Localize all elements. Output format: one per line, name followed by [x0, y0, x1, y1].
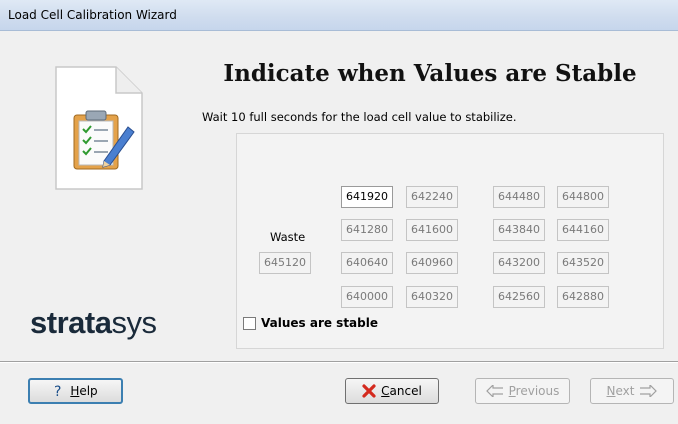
- value-field-r2c1[interactable]: 641280: [341, 219, 393, 241]
- checklist-document-icon: [54, 65, 144, 191]
- cancel-button[interactable]: Cancel: [345, 378, 439, 404]
- value-field-r2c2[interactable]: 641600: [406, 219, 458, 241]
- next-label: Next: [606, 384, 635, 398]
- value-field-r3c1[interactable]: 640640: [341, 252, 393, 274]
- wizard-window: Load Cell Calibration Wizard stratasys I…: [0, 0, 678, 424]
- svg-text:?: ?: [54, 384, 61, 398]
- value-field-r4c1[interactable]: 640000: [341, 286, 393, 308]
- page-heading: Indicate when Values are Stable: [223, 60, 637, 87]
- window-title: Load Cell Calibration Wizard: [8, 8, 177, 22]
- waste-value-field[interactable]: 645120: [259, 252, 311, 274]
- title-bar[interactable]: Load Cell Calibration Wizard: [0, 0, 678, 31]
- value-field-r2c4[interactable]: 644160: [557, 219, 609, 241]
- value-field-r1c1[interactable]: 641920: [341, 186, 393, 208]
- cancel-label: Cancel: [381, 384, 422, 398]
- previous-label: Previous: [508, 384, 560, 398]
- value-field-r1c2[interactable]: 642240: [406, 186, 458, 208]
- value-field-r1c4[interactable]: 644800: [557, 186, 609, 208]
- value-field-r4c4[interactable]: 642880: [557, 286, 609, 308]
- help-label: Help: [70, 384, 98, 398]
- next-button[interactable]: Next: [590, 378, 674, 404]
- checkbox-box[interactable]: [243, 316, 256, 330]
- arrow-right-icon: [639, 385, 658, 397]
- previous-button[interactable]: Previous: [475, 378, 570, 404]
- value-field-r2c3[interactable]: 643840: [493, 219, 545, 241]
- logo-bold-text: strata: [30, 305, 112, 340]
- arrow-left-icon: [485, 385, 504, 397]
- stratasys-logo: stratasys: [30, 305, 157, 341]
- value-field-r3c4[interactable]: 643520: [557, 252, 609, 274]
- help-button[interactable]: ? Help: [28, 378, 123, 404]
- value-field-r4c2[interactable]: 640320: [406, 286, 458, 308]
- value-field-r1c3[interactable]: 644480: [493, 186, 545, 208]
- red-x-icon: [362, 384, 376, 398]
- instruction-text: Wait 10 full seconds for the load cell v…: [202, 110, 517, 124]
- value-field-r3c2[interactable]: 640960: [406, 252, 458, 274]
- checkbox-label[interactable]: Values are stable: [261, 316, 378, 330]
- waste-label: Waste: [270, 230, 306, 244]
- logo-light-text: sys: [111, 305, 157, 340]
- button-separator: [0, 361, 678, 363]
- value-field-r4c3[interactable]: 642560: [493, 286, 545, 308]
- values-stable-checkbox[interactable]: Values are stable: [243, 316, 378, 330]
- value-field-r3c3[interactable]: 643200: [493, 252, 545, 274]
- question-mark-icon: ?: [53, 384, 65, 398]
